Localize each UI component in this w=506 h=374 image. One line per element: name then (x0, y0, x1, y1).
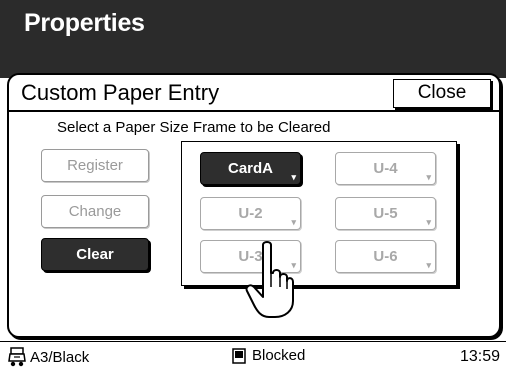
machine-status: Blocked (232, 347, 305, 364)
slot-label: U-2 (238, 205, 263, 222)
close-button[interactable]: Close (393, 79, 491, 108)
change-button[interactable]: Change (41, 195, 149, 228)
slot-label: U-6 (373, 248, 398, 265)
document-icon (232, 347, 246, 364)
titlebar: Properties (0, 0, 506, 78)
slot-label: CardA (227, 160, 273, 177)
status-bar: A3/Black Blocked 13:59 (0, 341, 506, 374)
printer-icon (8, 347, 26, 367)
custom-paper-entry-dialog: Custom Paper Entry Close Select a Paper … (7, 73, 501, 338)
paper-size-frame-grid: CardA ▾ U-4 ▾ U-2 ▾ U-5 ▾ U-3 ▾ U-6 ▾ (181, 141, 457, 286)
slot-u4[interactable]: U-4 ▾ (335, 152, 436, 185)
page-title: Properties (24, 9, 145, 37)
corner-mark-icon: ▾ (426, 217, 431, 227)
clear-button[interactable]: Clear (41, 238, 149, 271)
corner-mark-icon: ▾ (291, 217, 296, 227)
clock: 13:59 (459, 348, 500, 365)
dialog-title: Custom Paper Entry (21, 80, 220, 105)
slot-carda[interactable]: CardA ▾ (200, 152, 301, 185)
corner-mark-icon: ▾ (426, 172, 431, 182)
slot-u6[interactable]: U-6 ▾ (335, 240, 436, 273)
slot-u5[interactable]: U-5 ▾ (335, 197, 436, 230)
dialog-header: Custom Paper Entry Close (9, 75, 499, 112)
machine-status-label: Blocked (252, 347, 306, 364)
slot-label: U-5 (373, 205, 398, 222)
slot-u2[interactable]: U-2 ▾ (200, 197, 301, 230)
register-button[interactable]: Register (41, 149, 149, 182)
slot-label: U-4 (373, 160, 398, 177)
paper-label: A3/Black (30, 348, 90, 366)
pointing-hand-icon (245, 241, 294, 318)
corner-mark-icon: ▾ (426, 260, 431, 270)
instruction-text: Select a Paper Size Frame to be Cleared (57, 119, 331, 136)
corner-mark-icon: ▾ (291, 172, 296, 182)
paper-status: A3/Black (8, 347, 89, 367)
